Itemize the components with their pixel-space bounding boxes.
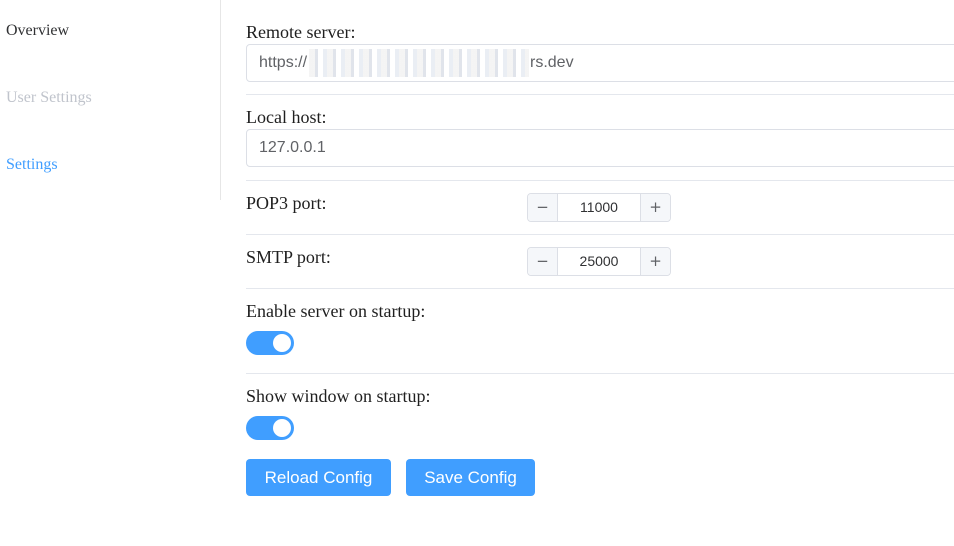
sidebar-item-overview[interactable]: Overview xyxy=(6,22,69,40)
pop3-port-stepper[interactable]: − 11000 + xyxy=(527,193,671,222)
remote-server-input[interactable]: https:// rs.dev xyxy=(246,44,954,82)
sidebar-item-settings[interactable]: Settings xyxy=(6,156,58,174)
divider xyxy=(246,94,954,95)
divider xyxy=(246,373,954,374)
pop3-port-value[interactable]: 11000 xyxy=(558,194,640,221)
toggle-knob xyxy=(273,334,291,352)
remote-server-value-suffix: rs.dev xyxy=(530,54,574,71)
save-config-button[interactable]: Save Config xyxy=(406,459,535,496)
smtp-port-label: SMTP port: xyxy=(246,247,331,267)
enable-server-toggle[interactable] xyxy=(246,331,294,355)
redacted-url-mask xyxy=(309,49,529,77)
divider xyxy=(246,234,954,235)
pop3-port-label: POP3 port: xyxy=(246,193,327,213)
enable-server-label: Enable server on startup: xyxy=(246,301,426,321)
smtp-increment-button[interactable]: + xyxy=(640,248,670,275)
reload-config-button[interactable]: Reload Config xyxy=(246,459,391,496)
settings-form: Remote server: https:// rs.dev Local host… xyxy=(246,0,954,546)
divider xyxy=(246,288,954,289)
pop3-decrement-button[interactable]: − xyxy=(528,194,558,221)
sidebar: Overview User Settings Settings xyxy=(0,0,221,200)
smtp-decrement-button[interactable]: − xyxy=(528,248,558,275)
show-window-label: Show window on startup: xyxy=(246,386,431,406)
sidebar-item-user-settings[interactable]: User Settings xyxy=(6,89,92,107)
local-host-input[interactable]: 127.0.0.1 xyxy=(246,129,954,167)
remote-server-label: Remote server: xyxy=(246,22,356,42)
toggle-knob xyxy=(273,419,291,437)
smtp-port-value[interactable]: 25000 xyxy=(558,248,640,275)
pop3-increment-button[interactable]: + xyxy=(640,194,670,221)
local-host-label: Local host: xyxy=(246,107,327,127)
show-window-toggle[interactable] xyxy=(246,416,294,440)
smtp-port-stepper[interactable]: − 25000 + xyxy=(527,247,671,276)
remote-server-value-prefix: https:// xyxy=(259,54,308,71)
local-host-value: 127.0.0.1 xyxy=(259,139,326,156)
divider xyxy=(246,180,954,181)
